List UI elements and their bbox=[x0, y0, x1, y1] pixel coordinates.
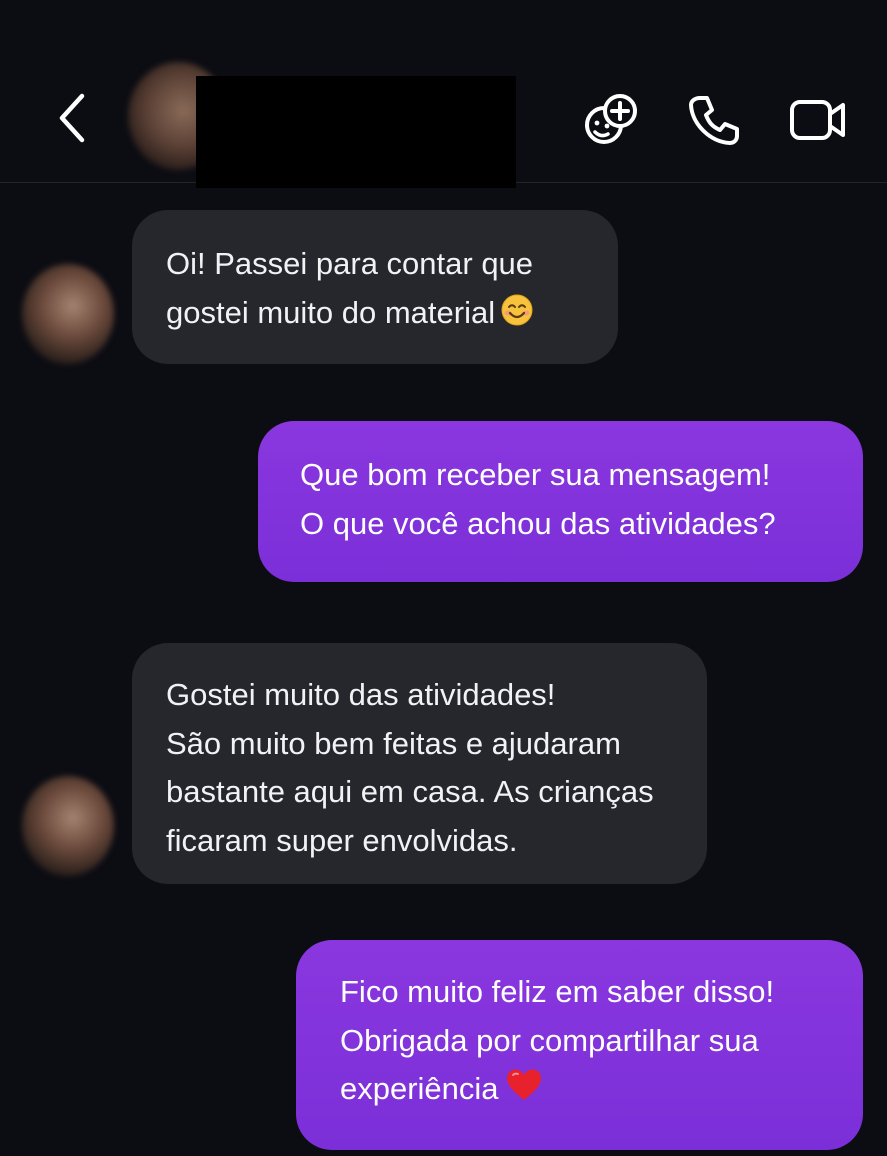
phone-icon bbox=[689, 96, 739, 145]
redacted-contact-name bbox=[196, 76, 516, 188]
message-text: O que você achou das atividades? bbox=[300, 505, 776, 541]
chat-screen: Oi! Passei para contar que gostei muito … bbox=[0, 0, 887, 1156]
message-bubble-outgoing[interactable]: Que bom receber sua mensagem! O que você… bbox=[258, 421, 863, 582]
message-text: Gostei muito das atividades! bbox=[166, 677, 556, 712]
back-button[interactable] bbox=[44, 86, 100, 150]
message-text: Fico muito feliz em saber disso! bbox=[340, 974, 775, 1009]
red-heart-emoji bbox=[505, 1068, 543, 1117]
message-bubble-incoming[interactable]: Gostei muito das atividades! São muito b… bbox=[132, 643, 707, 884]
sticker-add-icon bbox=[585, 94, 637, 144]
smiling-face-emoji bbox=[501, 292, 533, 341]
message-text: bastante aqui em casa. As crianças bbox=[166, 774, 654, 809]
message-bubble-incoming[interactable]: Oi! Passei para contar que gostei muito … bbox=[132, 210, 618, 364]
sender-avatar[interactable] bbox=[22, 264, 114, 364]
message-text: São muito bem feitas e ajudaram bbox=[166, 725, 621, 761]
video-call-button[interactable] bbox=[786, 88, 850, 152]
message-text: gostei muito do material bbox=[166, 289, 618, 341]
chat-header bbox=[0, 0, 887, 188]
voice-call-button[interactable] bbox=[682, 88, 746, 152]
message-text: ficaram super envolvidas. bbox=[166, 822, 518, 858]
message-text: Que bom receber sua mensagem! bbox=[300, 457, 771, 492]
message-text: experiência bbox=[340, 1065, 863, 1117]
sender-avatar[interactable] bbox=[22, 776, 114, 876]
video-camera-icon bbox=[790, 100, 845, 140]
message-text: Oi! Passei para contar que bbox=[166, 246, 534, 281]
message-bubble-outgoing[interactable]: Fico muito feliz em saber disso! Obrigad… bbox=[296, 940, 863, 1150]
message-text: Obrigada por compartilhar sua bbox=[340, 1022, 759, 1058]
sticker-button[interactable] bbox=[580, 88, 644, 152]
chevron-left-icon bbox=[59, 93, 85, 143]
